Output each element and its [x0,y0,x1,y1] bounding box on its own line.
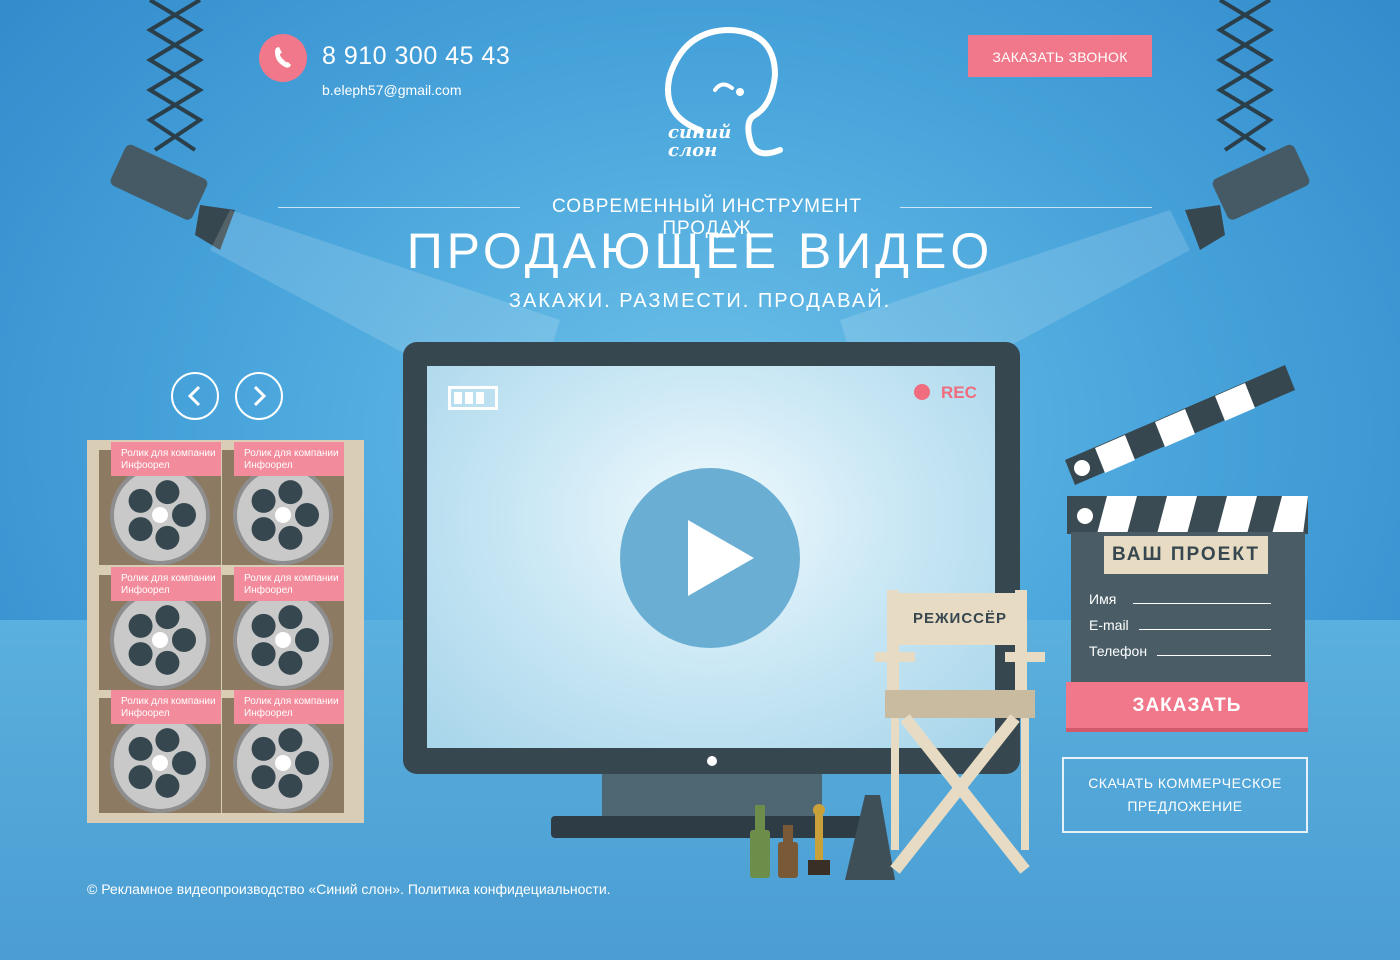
order-call-button[interactable]: ЗАКАЗАТЬ ЗВОНОК [968,35,1152,77]
portfolio-item-label: Ролик для компании Инфоорел [234,567,344,601]
film-reel-icon [110,713,210,813]
play-button[interactable] [620,468,800,648]
portfolio-item-label: Ролик для компании Инфоорел [234,690,344,724]
download-offer-button[interactable]: СКАЧАТЬ КОММЕРЧЕСКОЕ ПРЕДЛОЖЕНИЕ [1062,757,1308,833]
email-field[interactable] [1139,629,1271,630]
chevron-left-icon [187,385,201,407]
portfolio-item[interactable]: Ролик для компании Инфоорел [222,567,344,690]
logo-text: синий слон [668,124,731,160]
email-field-label: E-mail [1089,617,1129,633]
film-reel-icon [110,590,210,690]
next-arrow-button[interactable] [235,372,283,420]
battery-icon [448,386,498,410]
film-reel-icon [233,465,333,565]
tagline-divider-left [278,207,520,208]
clapper-stick-icon [1065,365,1295,485]
form-title: ВАШ ПРОЕКТ [1104,536,1268,574]
phone-field[interactable] [1157,655,1271,656]
portfolio-item[interactable]: Ролик для компании Инфоорел [99,690,221,813]
name-field-label: Имя [1089,591,1117,607]
portfolio-item-label: Ролик для компании Инфоорел [234,442,344,476]
slogan: ЗАКАЖИ. РАЗМЕСТИ. ПРОДАВАЙ. [508,290,892,312]
name-field[interactable] [1133,603,1271,604]
portfolio-item-label: Ролик для компании Инфоорел [111,567,221,601]
phone-field-label: Телефон [1089,643,1148,659]
order-submit-button[interactable]: ЗАКАЗАТЬ [1066,682,1308,732]
film-reel-icon [110,465,210,565]
chair-sign: РЕЖИССЁР [896,593,1024,645]
prev-arrow-button[interactable] [171,372,219,420]
footer-text: © Рекламное видеопроизводство «Синий сло… [87,881,611,897]
download-offer-label: СКАЧАТЬ КОММЕРЧЕСКОЕ ПРЕДЛОЖЕНИЕ [1088,775,1282,814]
page-title: ПРОДАЮЩЕЕ ВИДЕО [406,223,994,279]
play-icon [688,520,754,596]
portfolio-item-label: Ролик для компании Инфоорел [111,442,221,476]
portfolio-item[interactable]: Ролик для компании Инфоорел [99,567,221,690]
monitor-power-led [707,756,717,766]
phone-number[interactable]: 8 910 300 45 43 [322,42,510,71]
rec-label: REC [941,383,977,402]
portfolio-item[interactable]: Ролик для компании Инфоорел [99,442,221,565]
email-address[interactable]: b.eleph57@gmail.com [322,82,462,98]
film-reel-icon [233,713,333,813]
portfolio-item-label: Ролик для компании Инфоорел [111,690,221,724]
portfolio-item[interactable]: Ролик для компании Инфоорел [222,690,344,813]
clapper-top-bar [1067,496,1308,534]
chevron-right-icon [253,385,267,407]
logo-text-line2: слон [668,140,718,161]
film-reel-icon [233,590,333,690]
portfolio-item[interactable]: Ролик для компании Инфоорел [222,442,344,565]
phone-icon[interactable] [259,34,307,82]
tagline-divider-right [900,207,1152,208]
rec-indicator-icon [914,384,930,400]
